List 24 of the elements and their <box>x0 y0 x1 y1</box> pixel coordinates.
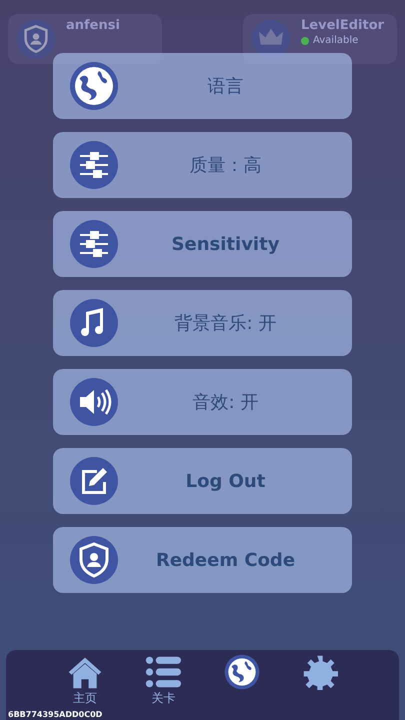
menu-button[interactable]: Log Out <box>53 448 352 514</box>
edit-icon <box>69 456 119 506</box>
globe-icon <box>69 61 119 111</box>
globe-icon <box>224 654 260 690</box>
list-icon <box>145 654 182 690</box>
card-title: anfensi <box>66 18 120 33</box>
shield-user-icon <box>16 19 56 59</box>
nav-tab[interactable]: 关卡 <box>141 650 186 705</box>
menu-button[interactable]: Redeem Code <box>53 527 352 593</box>
menu-button[interactable]: Sensitivity <box>53 211 352 277</box>
shield-user-icon <box>69 535 119 585</box>
music-note-icon <box>69 298 119 348</box>
menu-button[interactable]: 背景音乐: 开 <box>53 290 352 356</box>
menu-button[interactable]: 语言 <box>53 53 352 119</box>
sliders-icon <box>69 140 119 190</box>
card-title: LevelEditor <box>301 18 384 33</box>
menu-button[interactable]: 质量：高 <box>53 132 352 198</box>
nav-tab[interactable]: 主页 <box>63 650 108 705</box>
menu-button[interactable]: 音效: 开 <box>53 369 352 435</box>
speaker-icon <box>69 377 119 427</box>
gear-icon <box>302 654 338 690</box>
status-label: Available <box>313 35 358 46</box>
device-id: 6BB774395ADD0C0D <box>8 710 102 719</box>
sliders-icon <box>69 219 119 269</box>
